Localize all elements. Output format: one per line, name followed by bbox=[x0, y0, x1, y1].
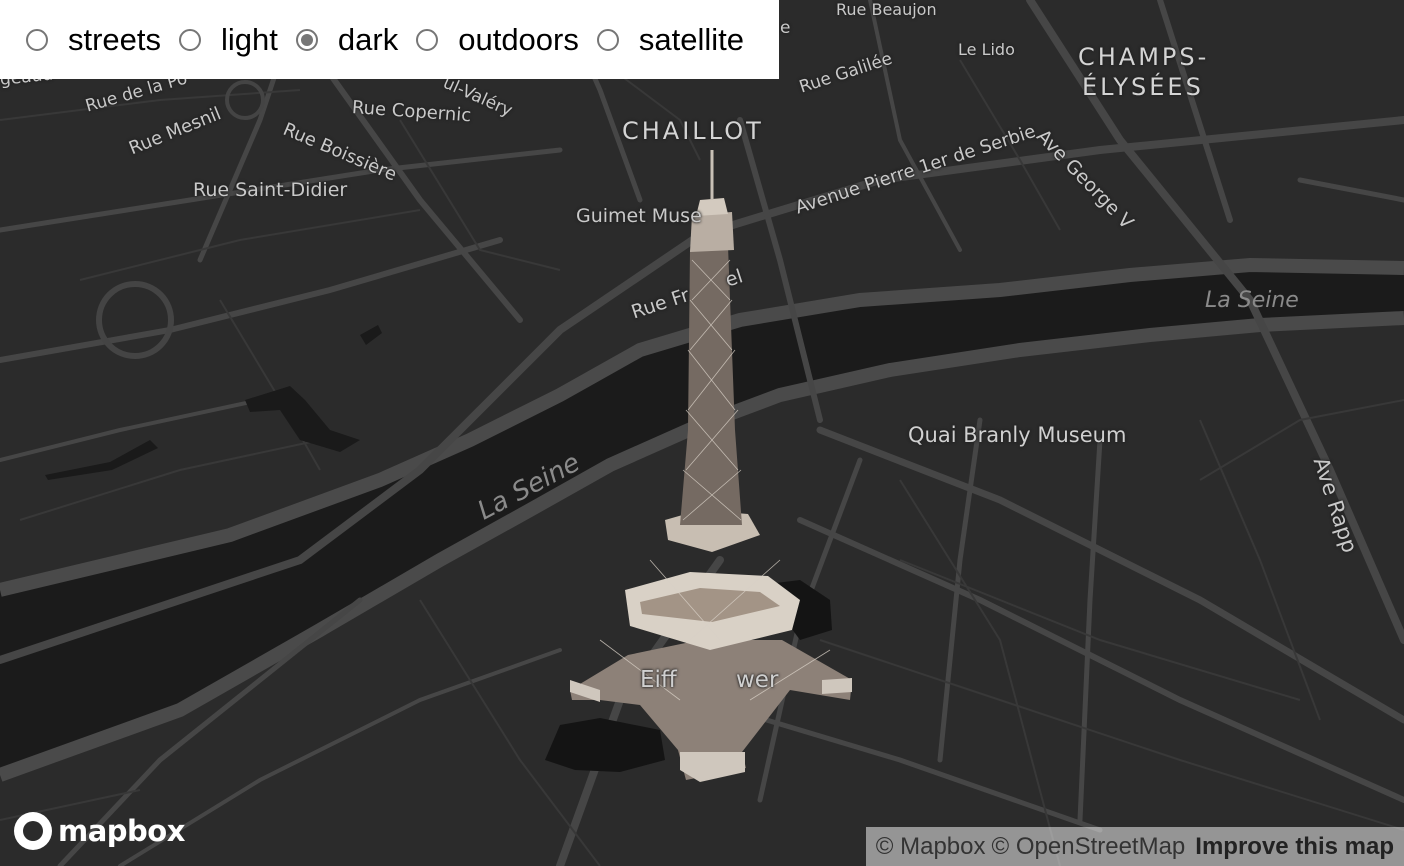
radio-light[interactable] bbox=[179, 28, 202, 51]
street-label-rue-beaujon: Rue Beaujon bbox=[836, 0, 937, 19]
poi-label-eiffel-right: wer bbox=[736, 667, 779, 693]
radio-streets[interactable] bbox=[26, 28, 48, 51]
mapbox-logo-icon bbox=[14, 812, 52, 850]
style-option-label: outdoors bbox=[458, 21, 579, 57]
district-label-chaillot: CHAILLOT bbox=[622, 117, 764, 145]
style-option-streets[interactable]: streets bbox=[26, 22, 161, 58]
mapbox-logo-text: mapbox bbox=[58, 814, 185, 848]
district-label-elysees: ÉLYSÉES bbox=[1082, 73, 1204, 101]
attribution-bar: © Mapbox © OpenStreetMap Improve this ma… bbox=[866, 827, 1404, 866]
attribution-mapbox-link[interactable]: © Mapbox bbox=[876, 833, 986, 861]
style-option-label: light bbox=[221, 21, 278, 57]
style-option-label: dark bbox=[337, 21, 399, 57]
street-label-e: e bbox=[780, 18, 791, 38]
poi-label-quai-branly: Quai Branly Museum bbox=[908, 423, 1127, 447]
radio-outdoors[interactable] bbox=[416, 28, 439, 51]
style-option-dark[interactable]: dark bbox=[295, 21, 399, 58]
improve-map-link[interactable]: Improve this map bbox=[1195, 833, 1394, 861]
style-option-label: streets bbox=[68, 21, 162, 57]
district-label-champs: CHAMPS- bbox=[1078, 43, 1210, 71]
style-option-satellite[interactable]: satellite bbox=[596, 21, 744, 58]
radio-dark[interactable] bbox=[295, 28, 318, 51]
water-label-la-seine-1: La Seine bbox=[1205, 288, 1299, 313]
poi-label-guimet-museum: Guimet Muse bbox=[576, 205, 702, 227]
style-option-light[interactable]: light bbox=[179, 22, 278, 58]
poi-label-eiffel-left: Eiff bbox=[640, 667, 677, 693]
mapbox-logo[interactable]: mapbox bbox=[14, 812, 185, 850]
street-label-rue-saint-didier: Rue Saint-Didier bbox=[193, 179, 348, 201]
style-option-label: satellite bbox=[638, 21, 744, 57]
radio-satellite[interactable] bbox=[596, 28, 619, 51]
map-canvas[interactable]: CHAILLOT CHAMPS- ÉLYSÉES Rue Beaujon Le … bbox=[0, 0, 1404, 866]
street-label-le-lido: Le Lido bbox=[958, 40, 1015, 59]
attribution-osm-link[interactable]: © OpenStreetMap bbox=[992, 833, 1186, 861]
style-option-outdoors[interactable]: outdoors bbox=[416, 22, 579, 58]
map-style-switcher: streets light dark outdoors satellite bbox=[0, 0, 779, 79]
